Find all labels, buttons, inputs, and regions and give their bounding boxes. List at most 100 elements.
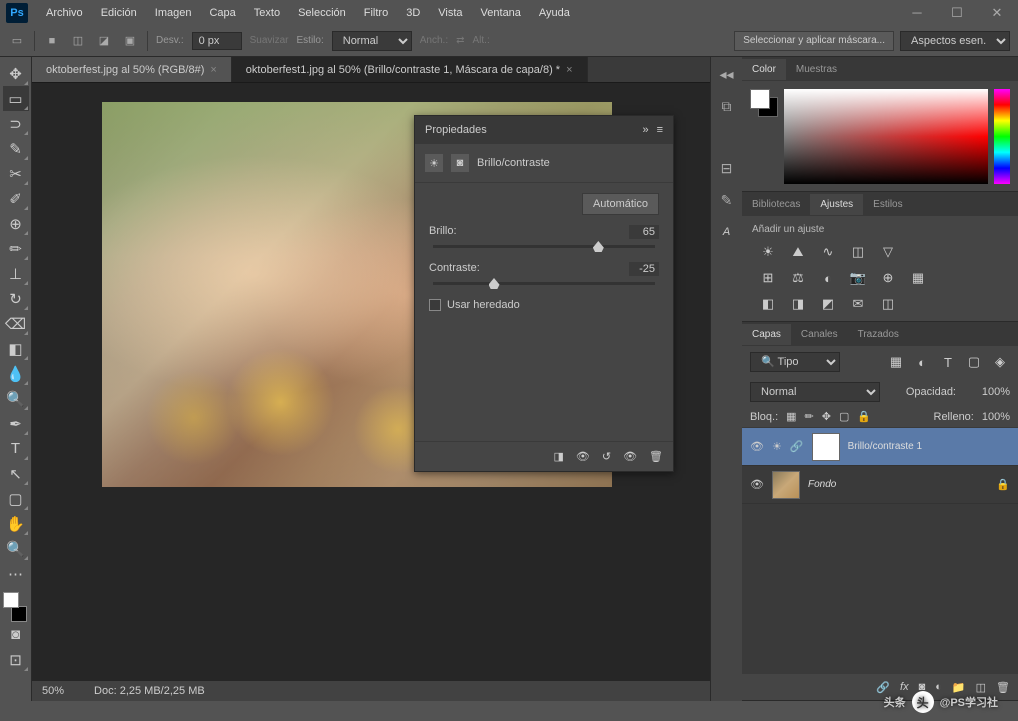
gradient-map-icon[interactable]: ◫ [878,295,898,313]
zoom-tool[interactable]: 🔍 [3,536,29,561]
exposure-icon[interactable]: ◫ [848,243,868,261]
crop-tool[interactable]: ✂ [3,161,29,186]
filter-pixel-icon[interactable]: ▦ [886,353,906,371]
eraser-tool[interactable]: ⌫ [3,311,29,336]
legacy-checkbox[interactable] [429,299,441,311]
path-select-tool[interactable]: ↖ [3,461,29,486]
move-tool[interactable]: ✥ [3,61,29,86]
libraries-tab[interactable]: Bibliotecas [742,194,810,215]
contrast-value[interactable]: -25 [629,262,659,276]
filter-smart-icon[interactable]: ◈ [990,353,1010,371]
feather-input[interactable] [192,32,242,50]
menu-capa[interactable]: Capa [201,3,243,23]
menu-seleccion[interactable]: Selección [290,3,354,23]
doc-info[interactable]: Doc: 2,25 MB/2,25 MB [94,685,205,697]
lock-pos-icon[interactable]: ✥ [822,410,831,423]
minimize-button[interactable]: ─ [902,3,932,23]
lock-all-icon[interactable]: 🔒 [857,410,871,423]
paths-tab[interactable]: Trazados [848,324,909,345]
filter-adjust-icon[interactable]: ◐ [912,353,932,371]
visibility-icon[interactable]: 👁 [750,478,764,491]
menu-vista[interactable]: Vista [430,3,470,23]
brush-panel-icon[interactable]: ✎ [716,189,738,211]
delete-icon[interactable]: 🗑 [996,681,1010,694]
layer-name[interactable]: Fondo [808,479,836,490]
filter-shape-icon[interactable]: ▢ [964,353,984,371]
layer-thumb[interactable] [772,471,800,499]
screen-mode[interactable]: ⊡ [3,647,29,672]
reset-icon[interactable]: ↺ [602,450,611,463]
shape-tool[interactable]: ▢ [3,486,29,511]
filter-type-icon[interactable]: T [938,353,958,371]
channel-mixer-icon[interactable]: ⊕ [878,269,898,287]
brightness-value[interactable]: 65 [629,225,659,239]
quick-select-tool[interactable]: ✎ [3,136,29,161]
history-icon[interactable]: ⧉ [716,95,738,117]
styles-tab[interactable]: Estilos [863,194,912,215]
layers-tab[interactable]: Capas [742,324,791,345]
style-select[interactable]: Normal [332,31,412,51]
workspace-select[interactable]: Aspectos esen. [900,31,1010,51]
lasso-tool[interactable]: ⊃ [3,111,29,136]
layer-mask-thumb[interactable] [812,433,840,461]
color-picker[interactable] [784,89,988,184]
menu-texto[interactable]: Texto [246,3,288,23]
marquee-tool[interactable]: ▭ [3,86,29,111]
eyedropper-tool[interactable]: ✐ [3,186,29,211]
hue-slider[interactable] [994,89,1010,184]
menu-archivo[interactable]: Archivo [38,3,91,23]
collapse-icon[interactable]: » [642,124,648,136]
healing-tool[interactable]: ⊕ [3,211,29,236]
contrast-slider[interactable] [433,282,655,285]
layer-name[interactable]: Brillo/contraste 1 [848,441,922,452]
menu-ventana[interactable]: Ventana [473,3,529,23]
type-tool[interactable]: T [3,436,29,461]
lookup-icon[interactable]: ▦ [908,269,928,287]
lock-trans-icon[interactable]: ▦ [786,410,796,423]
gradient-tool[interactable]: ◧ [3,336,29,361]
history-brush-tool[interactable]: ↻ [3,286,29,311]
brightness-slider[interactable] [433,245,655,248]
auto-button[interactable]: Automático [582,193,659,215]
layer-item-background[interactable]: 👁 Fondo 🔒 [742,466,1018,504]
brightness-icon[interactable]: ☀ [758,243,778,261]
bw-icon[interactable]: ◐ [818,269,838,287]
char-icon[interactable]: ⊟ [716,157,738,179]
fill-value[interactable]: 100% [982,411,1010,423]
menu-3d[interactable]: 3D [398,3,428,23]
close-icon[interactable]: × [566,64,572,76]
sel-intersect-icon[interactable]: ▣ [121,32,139,50]
stamp-tool[interactable]: ⊥ [3,261,29,286]
threshold-icon[interactable]: ◩ [818,295,838,313]
maximize-button[interactable]: ☐ [942,3,972,23]
layer-filter-select[interactable]: 🔍 Tipo [750,352,840,372]
balance-icon[interactable]: ⚖ [788,269,808,287]
lock-pixels-icon[interactable]: ✏ [805,410,814,423]
hand-tool[interactable]: ✋ [3,511,29,536]
sel-new-icon[interactable]: ■ [43,32,61,50]
edit-toolbar[interactable]: ⋯ [3,561,29,586]
pen-tool[interactable]: ✒ [3,411,29,436]
toggle-visibility-icon[interactable]: 👁 [623,450,637,463]
tab-1[interactable]: oktoberfest1.jpg al 50% (Brillo/contrast… [232,57,588,82]
close-button[interactable]: ✕ [982,3,1012,23]
visibility-icon[interactable]: 👁 [750,440,764,453]
invert-icon[interactable]: ◧ [758,295,778,313]
menu-edicion[interactable]: Edición [93,3,145,23]
channels-tab[interactable]: Canales [791,324,848,345]
view-previous-icon[interactable]: 👁 [576,450,590,463]
dodge-tool[interactable]: 🔍 [3,386,29,411]
marquee-preset-icon[interactable]: ▭ [8,32,26,50]
brush-tool[interactable]: ✏ [3,236,29,261]
vibrance-icon[interactable]: ▽ [878,243,898,261]
swatches-tab[interactable]: Muestras [786,59,847,80]
close-icon[interactable]: × [210,64,216,76]
fg-bg-swatch[interactable] [750,89,778,117]
menu-ayuda[interactable]: Ayuda [531,3,578,23]
expand-icon[interactable]: ◂◂ [716,63,738,85]
blur-tool[interactable]: 💧 [3,361,29,386]
layer-item-adjustment[interactable]: 👁 ☀ 🔗 Brillo/contraste 1 [742,428,1018,466]
sel-subtract-icon[interactable]: ◪ [95,32,113,50]
adjustments-tab[interactable]: Ajustes [810,194,863,215]
tab-0[interactable]: oktoberfest.jpg al 50% (RGB/8#)× [32,57,232,82]
